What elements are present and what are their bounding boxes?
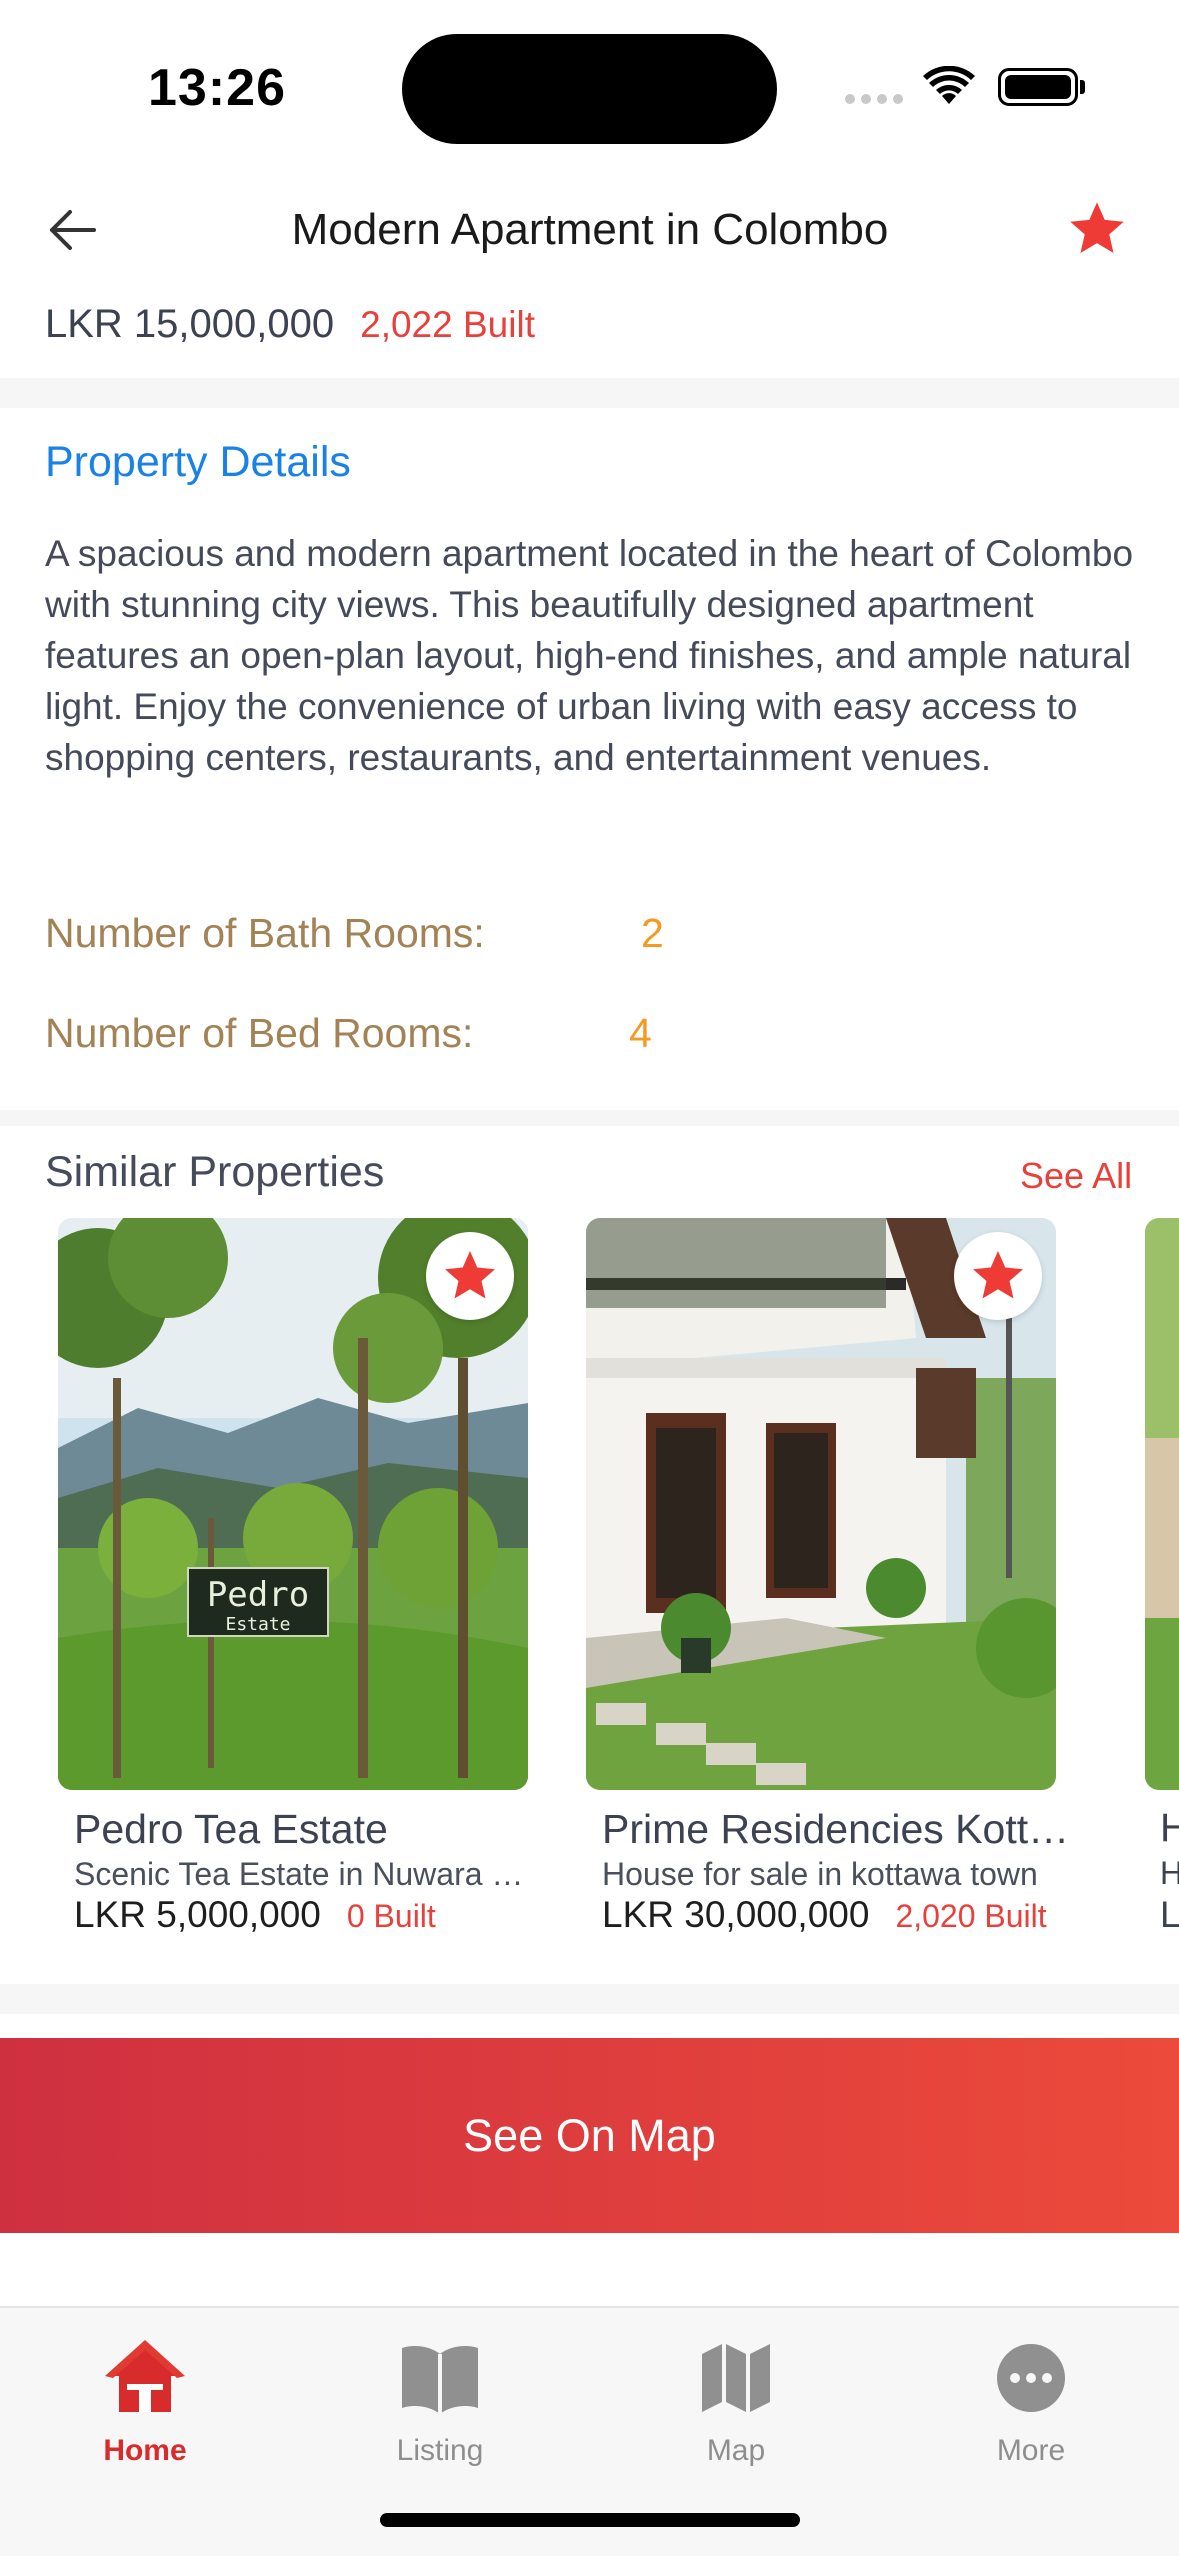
back-button[interactable]	[44, 205, 104, 255]
see-on-map-button[interactable]: See On Map	[0, 2038, 1179, 2233]
book-icon	[402, 2346, 478, 2414]
star-icon	[973, 1251, 1023, 1299]
property-built-year: 2,022 Built	[360, 304, 535, 345]
property-card[interactable]: Pedro Estate Pedro Tea Estate Scenic Tea…	[58, 1218, 534, 1935]
home-icon	[105, 2340, 185, 2412]
card-title: Pedro Tea Estate	[74, 1806, 388, 1852]
estate-sign-text: Pedro	[207, 1575, 309, 1615]
estate-sign-subtext: Estate	[225, 1614, 290, 1635]
section-divider	[0, 378, 1179, 408]
bathrooms-row: Number of Bath Rooms: 2	[45, 910, 664, 957]
tab-map[interactable]: Map	[636, 2326, 836, 2467]
property-details-heading: Property Details	[45, 438, 351, 486]
wifi-icon	[923, 66, 975, 104]
status-time: 13:26	[148, 59, 286, 117]
card-price-row: LKR 5,000,000 0 Built	[74, 1894, 436, 1936]
peek-card-price: L	[1160, 1894, 1179, 1935]
home-indicator	[380, 2513, 800, 2527]
bathrooms-value: 2	[641, 910, 664, 956]
bedrooms-value: 4	[629, 1010, 652, 1056]
arrow-left-icon	[50, 210, 96, 250]
tab-label: Home	[103, 2434, 187, 2467]
peek-card-subtitle: H	[1160, 1855, 1179, 1891]
card-subtitle: House for sale in kottawa town	[602, 1856, 1038, 1892]
peek-card-title: H	[1160, 1806, 1179, 1850]
card-price-row: LKR 30,000,000 2,020 Built	[602, 1894, 1047, 1936]
page-title: Modern Apartment in Colombo	[291, 205, 889, 254]
map-icon	[702, 2344, 770, 2412]
tab-label: More	[996, 2434, 1066, 2467]
section-divider	[0, 1110, 1179, 1126]
see-all-link[interactable]: See All	[1020, 1155, 1132, 1197]
battery-icon	[998, 68, 1078, 106]
dynamic-island	[402, 34, 777, 144]
card-built: 2,020 Built	[895, 1898, 1047, 1934]
card-price: LKR 5,000,000	[74, 1894, 321, 1935]
property-card-peek[interactable]	[1145, 1218, 1179, 1790]
card-favorite-button[interactable]	[426, 1232, 514, 1320]
price-row: LKR 15,000,000 2,022 Built	[45, 302, 535, 347]
property-image	[586, 1218, 1056, 1790]
bathrooms-label: Number of Bath Rooms:	[45, 910, 485, 956]
cellular-signal-icon	[845, 94, 903, 104]
navigation-header: Modern Apartment in Colombo	[0, 175, 1179, 285]
bedrooms-label: Number of Bed Rooms:	[45, 1010, 474, 1056]
star-icon	[1070, 202, 1124, 253]
tab-more[interactable]: More	[931, 2326, 1131, 2467]
property-description: A spacious and modern apartment located …	[45, 533, 1134, 778]
property-price: LKR 15,000,000	[45, 302, 335, 346]
more-icon	[997, 2344, 1065, 2412]
card-favorite-button[interactable]	[954, 1232, 1042, 1320]
tab-home[interactable]: Home	[45, 2326, 245, 2467]
card-subtitle: Scenic Tea Estate in Nuwara Eliya	[74, 1856, 534, 1892]
similar-properties-heading: Similar Properties	[45, 1148, 385, 1196]
card-price: LKR 30,000,000	[602, 1894, 870, 1935]
tab-listing[interactable]: Listing	[340, 2326, 540, 2467]
property-image: Pedro Estate	[58, 1218, 528, 1790]
property-card[interactable]: Prime Residencies Kottawa House for sale…	[586, 1218, 1072, 1935]
status-bar: 13:26	[0, 0, 1179, 175]
tab-label: Map	[706, 2434, 766, 2467]
card-title: Prime Residencies Kottawa	[602, 1806, 1072, 1852]
section-divider	[0, 1984, 1179, 2014]
card-built: 0 Built	[346, 1898, 436, 1934]
bedrooms-row: Number of Bed Rooms: 4	[45, 1010, 652, 1057]
battery-tip	[1080, 80, 1085, 94]
tab-label: Listing	[396, 2434, 484, 2467]
favorite-button[interactable]	[1065, 197, 1129, 261]
star-icon	[445, 1251, 495, 1299]
